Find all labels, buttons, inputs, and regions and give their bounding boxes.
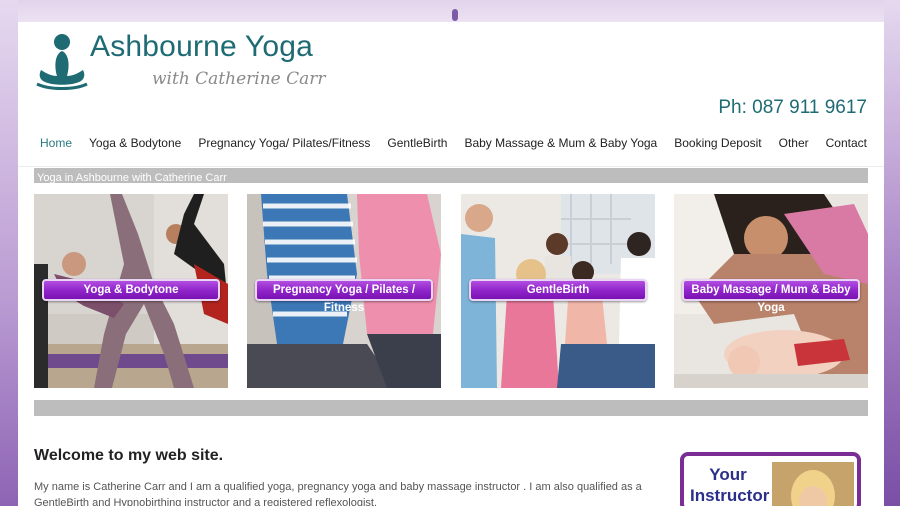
section-divider-bar bbox=[34, 400, 868, 416]
welcome-heading: Welcome to my web site. bbox=[34, 447, 224, 464]
tile-baby-massage[interactable]: Baby Massage / Mum & Baby Yoga bbox=[674, 194, 868, 388]
phone-number: Ph: 087 911 9617 bbox=[718, 97, 867, 118]
page-background-right bbox=[884, 0, 900, 506]
page-background-top bbox=[0, 0, 900, 22]
nav-item-baby-massage[interactable]: Baby Massage & Mum & Baby Yoga bbox=[464, 136, 657, 150]
instructor-label-line-2: Instructor bbox=[690, 486, 770, 505]
background-ornament bbox=[452, 9, 458, 21]
main-navigation: Home Yoga & Bodytone Pregnancy Yoga/ Pil… bbox=[18, 136, 867, 150]
nav-item-other[interactable]: Other bbox=[779, 136, 809, 150]
section-banner: Yoga in Ashbourne with Catherine Carr bbox=[34, 168, 868, 184]
tile-gentlebirth[interactable]: GentleBirth bbox=[461, 194, 655, 388]
page-background-left bbox=[0, 0, 18, 506]
intro-paragraph: My name is Catherine Carr and I am a qua… bbox=[34, 481, 642, 506]
header-divider bbox=[18, 166, 884, 167]
banner-text: Yoga in Ashbourne with Catherine Carr bbox=[37, 172, 227, 184]
page-container: Ashbourne Yoga with Catherine Carr Ph: 0… bbox=[18, 22, 884, 506]
nav-item-pregnancy-yoga[interactable]: Pregnancy Yoga/ Pilates/Fitness bbox=[198, 136, 370, 150]
pregnancy-yoga-button[interactable]: Pregnancy Yoga / Pilates / Fitness bbox=[255, 279, 433, 314]
nav-item-home[interactable]: Home bbox=[40, 136, 72, 150]
yoga-bodytone-button[interactable]: Yoga & Bodytone bbox=[42, 279, 220, 301]
instructor-photo bbox=[772, 462, 854, 506]
instructor-label-line-1: Your bbox=[709, 465, 747, 484]
service-tiles: Yoga & Bodytone Pregnancy Yoga / Pilates… bbox=[34, 194, 868, 388]
nav-item-yoga-bodytone[interactable]: Yoga & Bodytone bbox=[89, 136, 181, 150]
nav-item-contact[interactable]: Contact bbox=[826, 136, 867, 150]
site-subtitle: with Catherine Carr bbox=[152, 69, 326, 89]
instructor-label: Your Instructor bbox=[690, 464, 770, 506]
site-title[interactable]: Ashbourne Yoga bbox=[90, 30, 313, 64]
baby-massage-button[interactable]: Baby Massage / Mum & Baby Yoga bbox=[682, 279, 860, 314]
logo-icon[interactable] bbox=[35, 32, 89, 92]
tile-yoga-bodytone[interactable]: Yoga & Bodytone bbox=[34, 194, 228, 388]
gentlebirth-button[interactable]: GentleBirth bbox=[469, 279, 647, 301]
nav-item-gentlebirth[interactable]: GentleBirth bbox=[387, 136, 447, 150]
your-instructor-card[interactable]: Your Instructor bbox=[680, 452, 861, 506]
nav-item-booking-deposit[interactable]: Booking Deposit bbox=[674, 136, 761, 150]
tile-pregnancy-yoga[interactable]: Pregnancy Yoga / Pilates / Fitness bbox=[247, 194, 441, 388]
